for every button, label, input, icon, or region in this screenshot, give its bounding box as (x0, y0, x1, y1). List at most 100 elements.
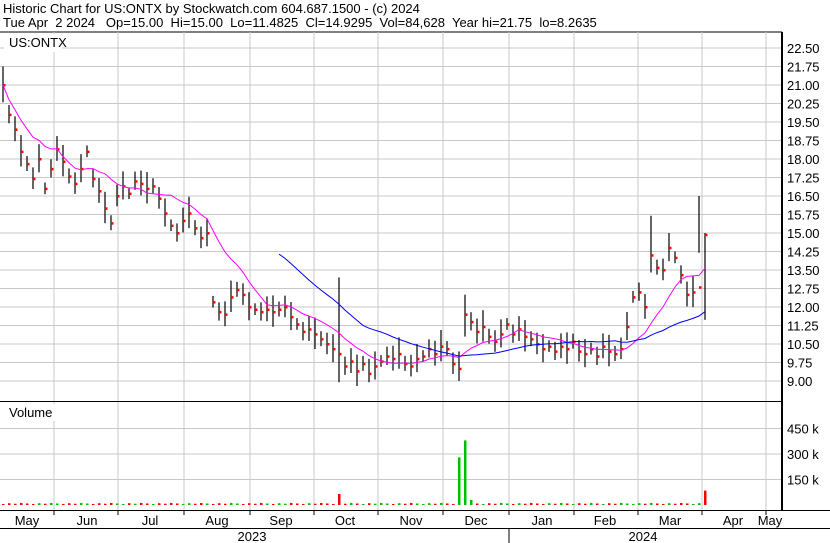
volume-bar (662, 503, 665, 505)
volume-bar (530, 502, 533, 505)
volume-bar (692, 503, 695, 505)
volume-bar (548, 503, 551, 505)
volume-bar (386, 503, 389, 505)
volume-bar (608, 503, 611, 505)
close-tick (15, 128, 18, 131)
close-tick (567, 347, 570, 351)
volume-bar (578, 503, 581, 505)
close-tick (243, 293, 246, 297)
volume-bar (38, 503, 41, 505)
close-tick (471, 320, 474, 324)
volume-bar (380, 502, 383, 505)
month-label: Nov (399, 513, 423, 528)
volume-bar (338, 493, 341, 505)
volume-bar (620, 502, 623, 505)
volume-bar (194, 503, 197, 505)
close-tick (489, 335, 492, 339)
volume-bar (698, 503, 701, 505)
close-tick (171, 224, 174, 228)
close-tick (633, 296, 636, 299)
volume-bar (26, 503, 29, 505)
price-tick-label: 18.00 (787, 152, 820, 167)
close-tick (333, 347, 336, 351)
volume-bar (98, 503, 101, 505)
volume-bar (236, 503, 239, 505)
volume-bar (422, 503, 425, 505)
close-tick (687, 293, 690, 297)
close-tick (189, 212, 192, 215)
close-tick (99, 190, 102, 193)
close-tick (459, 367, 462, 371)
close-tick (627, 325, 630, 329)
price-tick-label: 9.00 (787, 374, 812, 389)
close-tick (105, 207, 108, 210)
close-tick (651, 254, 654, 257)
volume-bar (350, 502, 353, 505)
volume-bar (188, 503, 191, 505)
volume-bar (482, 503, 485, 505)
volume-bar (296, 503, 299, 505)
volume-bar (182, 503, 185, 505)
volume-bar (158, 503, 161, 505)
close-tick (411, 365, 414, 368)
volume-bar (332, 503, 335, 505)
price-tick-label: 21.00 (787, 78, 820, 93)
month-label: Jan (532, 513, 553, 528)
close-tick (297, 323, 300, 326)
volume-bar (434, 503, 437, 505)
close-tick (561, 345, 564, 348)
volume-bar (518, 503, 521, 505)
price-tick-label: 13.50 (787, 263, 820, 278)
close-tick (261, 310, 264, 314)
volume-bar (590, 502, 593, 505)
close-tick (639, 291, 642, 294)
close-tick (117, 195, 120, 198)
close-tick (219, 310, 222, 314)
volume-bar (506, 503, 509, 505)
year-label: 2023 (238, 529, 267, 543)
close-tick (393, 357, 396, 361)
month-label: Jun (77, 513, 98, 528)
volume-bar (458, 457, 461, 505)
volume-bar (638, 503, 641, 505)
volume-bar (32, 503, 35, 505)
month-label: Apr (723, 513, 744, 528)
volume-tick-label: 150 k (787, 473, 819, 488)
month-label: Sep (269, 513, 292, 528)
volume-bar (44, 503, 47, 505)
close-tick (495, 340, 498, 344)
volume-bar (374, 503, 377, 505)
month-label: Aug (205, 513, 228, 528)
volume-bar (290, 502, 293, 505)
volume-bar (50, 502, 53, 505)
volume-bar (476, 503, 479, 505)
close-tick (555, 350, 558, 353)
volume-bar (176, 503, 179, 505)
price-tick-label: 11.25 (787, 319, 819, 334)
volume-bar (632, 503, 635, 505)
volume-bar (560, 502, 563, 505)
month-label: Mar (659, 513, 682, 528)
volume-bar (272, 503, 275, 505)
close-tick (315, 333, 318, 336)
close-tick (255, 308, 258, 311)
volume-bar (104, 503, 107, 505)
close-tick (483, 325, 486, 329)
close-tick (69, 175, 72, 178)
volume-bar (368, 503, 371, 505)
close-tick (615, 352, 618, 356)
volume-bar (116, 503, 119, 505)
volume-tick-label: 450 k (787, 422, 819, 437)
volume-bar (86, 503, 89, 505)
volume-bar (266, 503, 269, 505)
close-tick (447, 347, 450, 351)
price-tick-label: 19.50 (787, 115, 820, 130)
month-label: Feb (594, 513, 616, 528)
moving-average-short (2, 84, 706, 365)
close-tick (507, 323, 510, 326)
price-tick-label: 10.50 (787, 337, 820, 352)
volume-bar (14, 503, 17, 505)
volume-bar (626, 503, 629, 505)
year-label: 2024 (629, 529, 658, 543)
close-tick (321, 338, 324, 341)
